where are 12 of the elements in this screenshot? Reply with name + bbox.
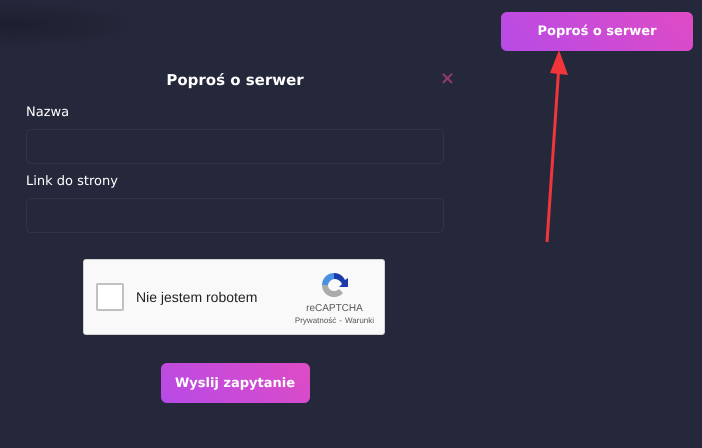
link-separator: -: [339, 316, 342, 325]
submit-button[interactable]: Wyslij zapytanie: [160, 363, 310, 403]
privacy-link[interactable]: Prywatność: [294, 316, 336, 325]
captcha-checkbox[interactable]: [96, 283, 124, 311]
close-button[interactable]: ×: [438, 69, 457, 89]
modal-title: Poproś o serwer: [166, 71, 304, 89]
field-label: Link do strony: [26, 174, 119, 189]
captcha-label: Nie jestem robotem: [136, 289, 258, 305]
request-server-button[interactable]: Poproś o serwer: [501, 12, 693, 51]
field-label: Nazwa: [26, 105, 70, 120]
terms-link[interactable]: Warunki: [344, 316, 374, 325]
captcha-brand: reCAPTCHA: [306, 303, 363, 314]
